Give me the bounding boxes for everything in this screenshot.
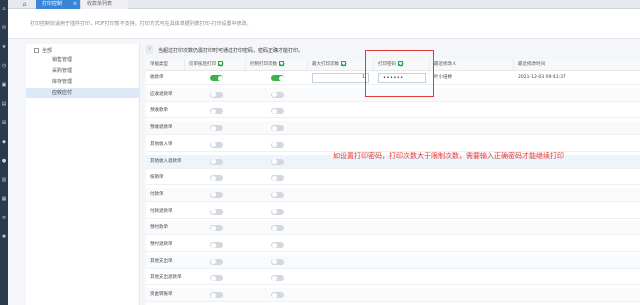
table-row: 预收款单 — [146, 104, 640, 119]
audit-only-toggle[interactable] — [210, 292, 223, 299]
tree-root-label: 全部 — [42, 48, 53, 54]
home-icon[interactable]: ⌂ — [1, 6, 7, 12]
column-header: 最近修改时间 — [518, 62, 545, 67]
cart-icon[interactable]: ⊞ — [1, 120, 7, 126]
column-header[interactable]: 控制打印次数 — [246, 59, 308, 71]
doc-type-cell: 其他收入单 — [150, 141, 173, 147]
limit-count-toggle[interactable] — [271, 191, 284, 198]
audit-only-toggle[interactable] — [210, 141, 223, 148]
tab-label: 打印控制 — [42, 1, 63, 7]
audit-only-toggle[interactable] — [210, 275, 223, 282]
limit-count-toggle[interactable] — [271, 141, 284, 148]
tree-item-sales[interactable]: 销售管理 — [26, 55, 140, 65]
highlight-box — [365, 50, 434, 97]
doc-type-cell: 其他支出单 — [150, 258, 173, 264]
annotation-text: 如设置打印密码，打印次数大于限制次数，需要输入正确密码才能继续打印 — [333, 152, 564, 160]
tab-print-control[interactable]: 打印控制 × — [36, 0, 80, 9]
limit-count-toggle[interactable] — [271, 91, 284, 98]
doc-type-cell: 预付退款单 — [150, 242, 173, 247]
limit-count-toggle[interactable] — [271, 175, 284, 182]
collapse-box-icon[interactable] — [34, 48, 39, 53]
clock-icon[interactable]: ◷ — [1, 63, 7, 69]
table-row: 其他支出退款单 — [146, 271, 640, 286]
notice-text: 打印控制仅适用于插件打印，PDF打印暂不支持。打印方式可在具体单据列表打印-打印… — [30, 21, 252, 27]
user-icon[interactable]: ● — [1, 158, 7, 164]
table-row: 付款单 — [146, 187, 640, 202]
table-row: 其他收入单 — [146, 138, 640, 152]
audit-only-toggle[interactable] — [210, 258, 223, 265]
limit-count-toggle[interactable] — [271, 225, 284, 232]
tab-receipt-list[interactable]: 收款单列表 — [80, 0, 128, 9]
list-icon[interactable]: ≡ — [1, 215, 7, 221]
audit-only-toggle[interactable] — [210, 242, 223, 248]
tree-item-receivable-payable[interactable]: 应收应付 — [26, 88, 140, 98]
doc-type-cell: 付款单 — [150, 191, 164, 197]
wallet-icon[interactable]: ▣ — [1, 82, 7, 88]
audit-only-toggle[interactable] — [210, 208, 223, 215]
limit-count-toggle[interactable] — [271, 125, 284, 132]
collapse-panel-button[interactable]: ‹ — [146, 45, 153, 54]
report-icon[interactable]: ▥ — [1, 177, 7, 183]
table-row: 预付退款单 — [146, 238, 640, 252]
audit-only-toggle[interactable] — [210, 191, 223, 198]
home-icon[interactable]: ⌂ — [20, 1, 29, 8]
limit-count-toggle[interactable] — [271, 258, 284, 265]
audit-only-toggle[interactable] — [210, 75, 223, 81]
column-header: 最近修改人 — [430, 59, 514, 71]
settings-icon[interactable]: ✱ — [1, 234, 7, 240]
limit-count-toggle[interactable] — [271, 275, 284, 282]
box-icon[interactable]: ◆ — [1, 139, 7, 145]
limit-count-toggle[interactable] — [271, 208, 284, 215]
checkbox-icon[interactable] — [341, 61, 346, 66]
doc-type-cell: 预收退款单 — [150, 125, 173, 131]
limit-count-toggle[interactable] — [271, 242, 284, 248]
star-icon[interactable]: ★ — [1, 44, 7, 50]
doc-type-cell: 应收退款单 — [150, 91, 173, 97]
notice-bar: 打印控制仅适用于插件打印，PDF打印暂不支持。打印方式可在具体单据列表打印-打印… — [8, 9, 640, 39]
doc-type-cell: 资金转账单 — [150, 292, 173, 298]
table-row: 其他支出单 — [146, 254, 640, 269]
doc-type-cell: 核销单 — [150, 175, 164, 181]
doc-type-cell: 付款退款单 — [150, 208, 173, 214]
tree-item-inventory[interactable]: 库存管理 — [26, 77, 140, 87]
limit-count-toggle[interactable] — [271, 292, 284, 299]
table-row: 核销单 — [146, 171, 640, 186]
column-header: 单据类型 — [146, 59, 185, 71]
close-icon[interactable]: × — [73, 0, 77, 9]
doc-icon[interactable]: ▦ — [1, 196, 7, 202]
doc-type-cell: 其他收入退款单 — [150, 158, 182, 164]
doc-type-cell: 其他支出退款单 — [150, 275, 182, 281]
tab-bar: ⌂ 打印控制 × 收款单列表 — [8, 0, 640, 9]
audit-only-toggle[interactable] — [210, 91, 223, 98]
mail-icon[interactable]: ✉ — [1, 25, 7, 31]
doc-type-cell: 预付款单 — [150, 225, 168, 231]
table-row: 资金转账单 — [146, 288, 640, 303]
modified-time-cell: 2021-12-03 09:43:37 — [518, 75, 566, 80]
audit-only-toggle[interactable] — [210, 125, 223, 132]
doc-type-cell: 收款单 — [150, 75, 164, 80]
audit-only-toggle[interactable] — [210, 225, 223, 232]
table-row: 预收退款单 — [146, 121, 640, 136]
checkbox-icon[interactable] — [279, 61, 284, 66]
max-print-count-input[interactable]: 1 — [312, 73, 369, 83]
limit-count-toggle[interactable] — [271, 108, 284, 115]
table-row: 预付款单 — [146, 221, 640, 236]
audit-only-toggle[interactable] — [210, 175, 223, 182]
audit-only-toggle[interactable] — [210, 108, 223, 115]
checkbox-icon[interactable] — [218, 61, 223, 66]
tree-item-purchase[interactable]: 采购管理 — [26, 66, 140, 76]
limit-count-toggle[interactable] — [271, 75, 284, 81]
column-header[interactable]: 仅审核后打印 — [185, 59, 246, 71]
table-row: 付款退款单 — [146, 205, 640, 219]
limit-count-toggle[interactable] — [271, 158, 284, 165]
tree-root[interactable]: 全部 — [34, 47, 52, 55]
chart-icon[interactable]: ▤ — [1, 101, 7, 107]
tab-label: 收款单列表 — [87, 1, 113, 7]
audit-only-toggle[interactable] — [210, 158, 223, 165]
category-tree: 全部 销售管理 采购管理 库存管理 应收应付 — [26, 44, 140, 305]
left-nav-rail: ⌂ ✉ ★ ◷ ▣ ▤ ⊞ ◆ ● ▥ ▦ ≡ ✱ — [0, 0, 8, 305]
doc-type-cell: 预收款单 — [150, 108, 168, 114]
password-hint: 当超过打印次数仍需打印时可通过打印密码，密码正确才能打印。 — [158, 48, 304, 54]
